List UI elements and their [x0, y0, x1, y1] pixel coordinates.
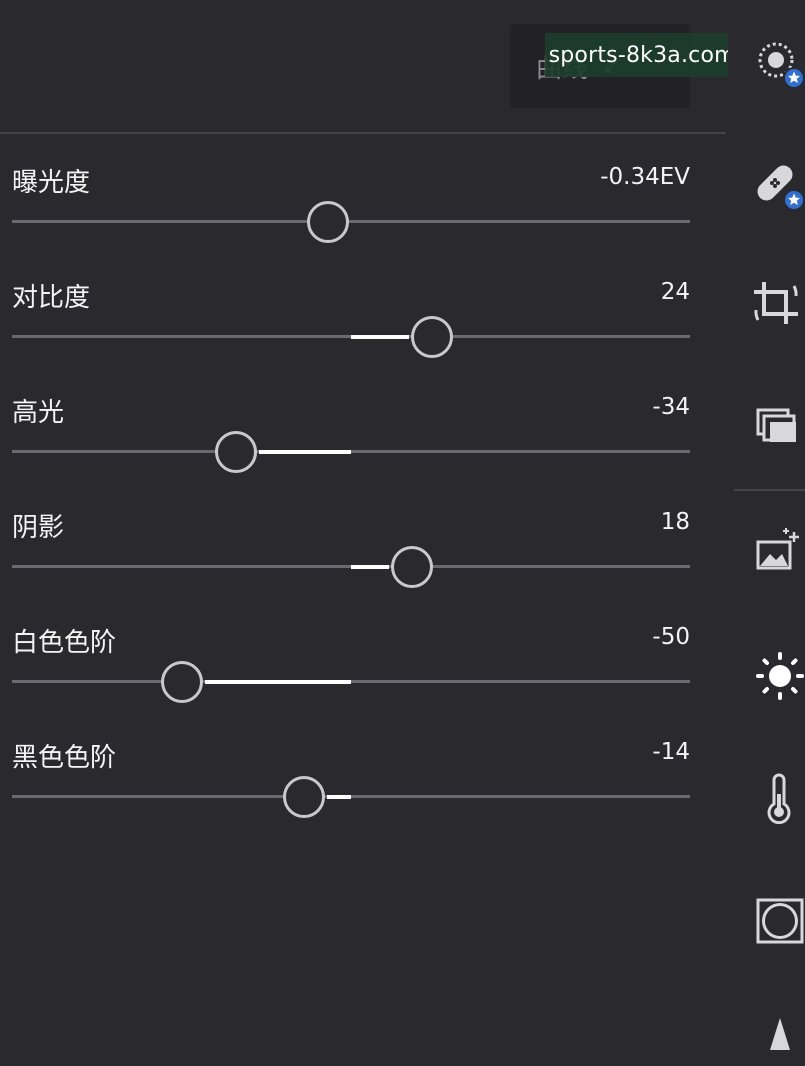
auto-enhance-icon[interactable]: [748, 524, 804, 580]
premium-masking-icon[interactable]: [748, 36, 804, 92]
slider-fill: [351, 335, 409, 339]
highlights-slider[interactable]: [12, 450, 690, 453]
contrast-slider[interactable]: [12, 335, 690, 338]
light-sun-icon[interactable]: [748, 648, 804, 704]
whites-slider[interactable]: [12, 680, 690, 683]
adjustment-label: 阴影: [12, 507, 64, 544]
adjustment-blacks: 黑色色阶 -14: [0, 709, 728, 824]
crop-rotate-icon[interactable]: [748, 276, 804, 332]
slider-thumb[interactable]: [411, 316, 453, 358]
adjustment-value: 18: [661, 509, 690, 535]
adjustment-contrast: 对比度 24: [0, 249, 728, 364]
adjustment-label: 高光: [12, 392, 64, 429]
color-temperature-icon[interactable]: [748, 772, 804, 828]
adjustment-value: -50: [652, 624, 690, 650]
adjustment-highlights: 高光 -34: [0, 364, 728, 479]
sidebar-divider: [734, 489, 805, 491]
slider-thumb[interactable]: [283, 776, 325, 818]
vignette-effects-icon[interactable]: [748, 892, 804, 948]
adjustment-label: 白色色阶: [12, 622, 116, 659]
adjustment-label: 对比度: [12, 277, 90, 314]
adjustment-whites: 白色色阶 -50: [0, 594, 728, 709]
slider-thumb[interactable]: [161, 661, 203, 703]
slider-fill: [205, 680, 352, 684]
blacks-slider[interactable]: [12, 795, 690, 798]
slider-thumb[interactable]: [391, 546, 433, 588]
adjustment-exposure: 曝光度 -0.34EV: [0, 134, 728, 249]
adjustment-label: 黑色色阶: [12, 737, 116, 774]
adjustment-label: 曝光度: [12, 162, 90, 199]
adjustment-value: 24: [661, 279, 690, 305]
shadows-slider[interactable]: [12, 565, 690, 568]
healing-bandage-icon[interactable]: [748, 156, 804, 212]
adjustment-value: -14: [652, 739, 690, 765]
light-adjustments-panel: 曝光度 -0.34EV 对比度 24 高光 -34 阴影 18 白色色阶 -50: [0, 134, 728, 1045]
slider-thumb[interactable]: [307, 201, 349, 243]
slider-fill: [327, 795, 351, 799]
panel-header: 曲线 ↙ sports-8k3a.com.cn: [0, 0, 728, 132]
slider-fill: [259, 450, 351, 454]
adjustment-value: -0.34EV: [600, 164, 690, 190]
adjustment-shadows: 阴影 18: [0, 479, 728, 594]
detail-triangle-icon[interactable]: [748, 1010, 804, 1066]
adjustment-value: -34: [652, 394, 690, 420]
presets-icon[interactable]: [748, 396, 804, 452]
exposure-slider[interactable]: [12, 220, 690, 223]
slider-fill: [351, 565, 389, 569]
slider-thumb[interactable]: [215, 431, 257, 473]
